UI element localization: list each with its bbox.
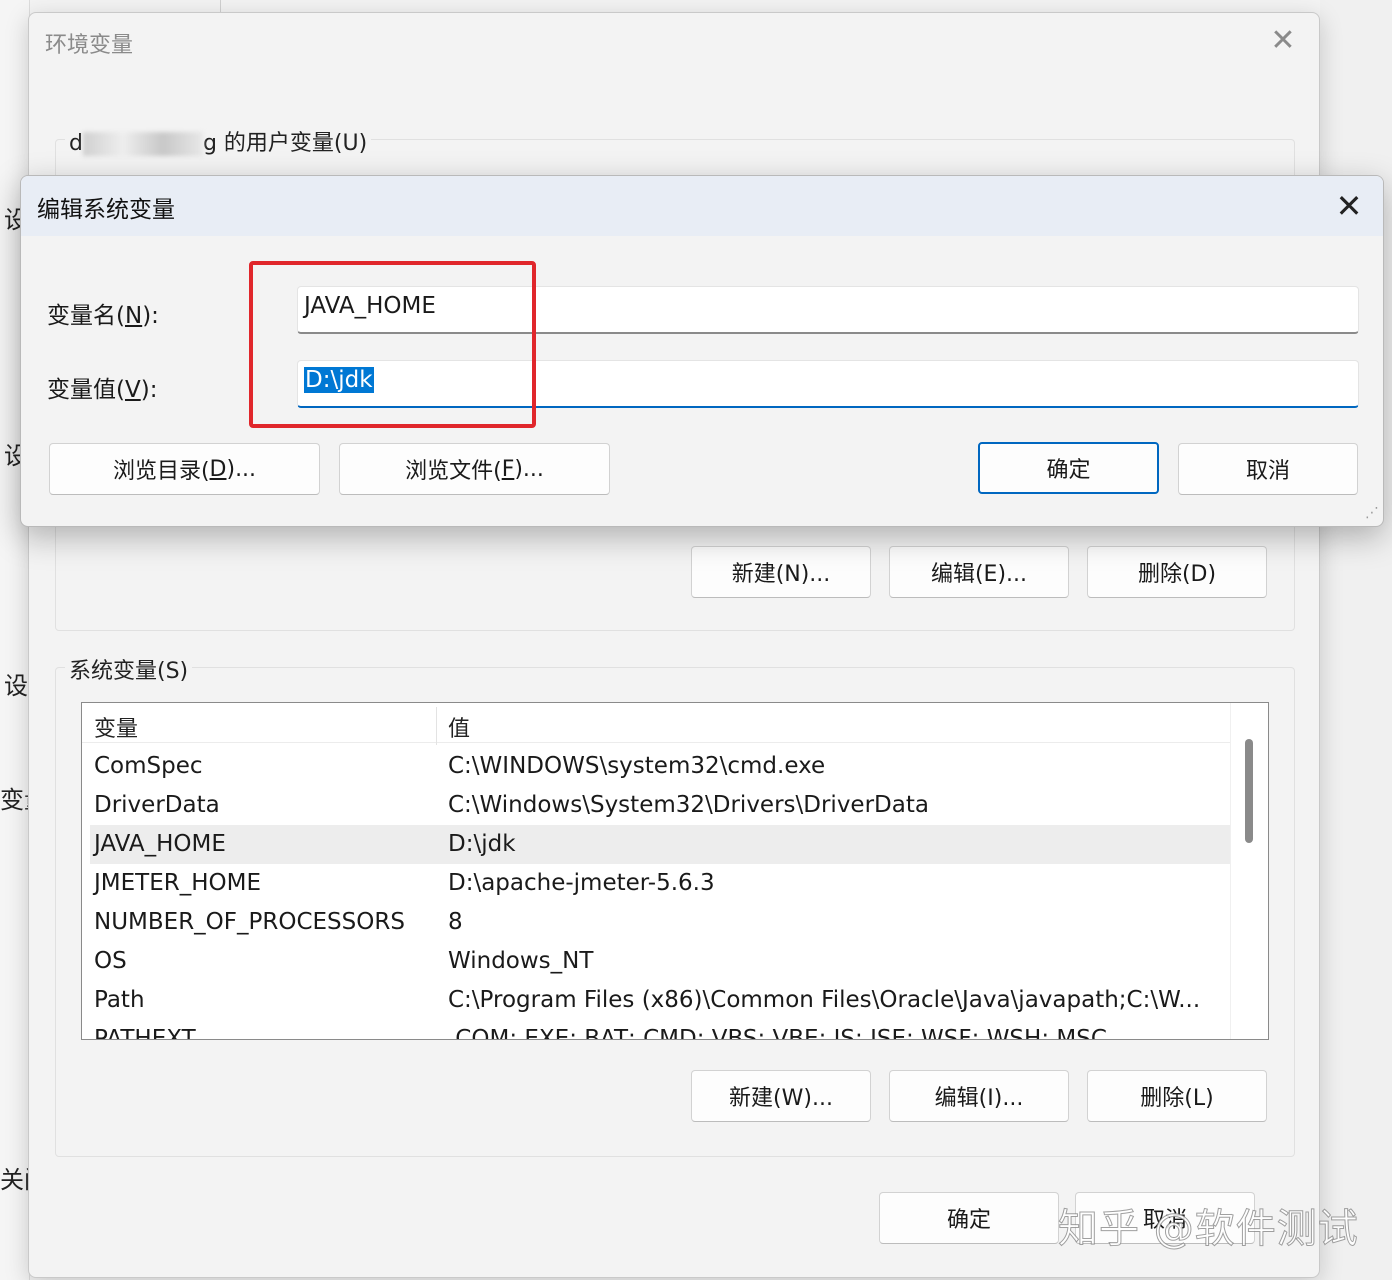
background-fragment: 设 [4,672,28,700]
scrollbar-thumb[interactable] [1245,739,1253,843]
table-scrollbar[interactable] [1230,703,1268,1039]
browse-file-button[interactable]: 浏览文件(F)... [339,443,610,495]
system-new-button[interactable]: 新建(W)... [691,1070,871,1122]
user-name-prefix: d [69,131,83,156]
env-dialog-title: 环境变量 [45,33,134,58]
label-text: 变量值( [47,377,125,403]
column-header-value[interactable]: 值 [448,711,470,743]
button-text: )... [226,456,257,482]
table-row[interactable]: NUMBER_OF_PROCESSORS 8 [90,903,1230,942]
row-variable-value: .COM;.EXE;.BAT;.CMD;.VBS;.VBE;.JS;.JSE;.… [448,1026,1107,1040]
env-ok-button[interactable]: 确定 [879,1192,1059,1244]
row-variable-name: DriverData [94,792,220,818]
table-row[interactable]: OS Windows_NT [90,942,1230,981]
label-text: 变量名( [47,303,125,329]
button-text: 浏览目录( [112,459,210,484]
browse-directory-button[interactable]: 浏览目录(D)... [49,443,320,495]
row-variable-name: JMETER_HOME [94,870,261,896]
user-new-button[interactable]: 新建(N)... [691,546,871,598]
system-edit-button[interactable]: 编辑(I)... [889,1070,1069,1122]
access-key: N [124,303,143,329]
row-variable-name: Path [94,987,145,1013]
row-variable-value: C:\Program Files (x86)\Common Files\Orac… [448,987,1201,1013]
access-key: D [209,456,227,482]
edit-dialog-title: 编辑系统变量 [37,197,175,223]
row-variable-name: OS [94,948,127,974]
row-variable-value: D:\jdk [448,831,516,857]
close-icon[interactable]: ✕ [1329,186,1369,226]
access-key: F [501,456,515,482]
variable-value-label: 变量值(V): [47,370,157,404]
label-text: ): [140,377,158,403]
row-variable-name: JAVA_HOME [94,831,226,857]
background-fragment: 关闭 [0,1166,30,1194]
table-row[interactable]: JMETER_HOME D:\apache-jmeter-5.6.3 [90,864,1230,903]
label-text: ): [142,303,159,329]
edit-ok-button[interactable]: 确定 [978,442,1159,494]
edit-dialog-titlebar[interactable]: 编辑系统变量 ✕ [21,176,1383,236]
column-header-name[interactable]: 变量 [94,711,138,743]
row-variable-name: ComSpec [94,753,203,779]
table-header: 变量 值 [82,703,1230,745]
system-delete-button[interactable]: 删除(L) [1087,1070,1267,1122]
user-variables-label: d g 的用户变量(U) [65,125,372,157]
row-variable-name: NUMBER_OF_PROCESSORS [94,909,405,935]
access-key: V [124,377,141,403]
table-row-selected[interactable]: JAVA_HOME D:\jdk [90,825,1230,864]
resize-grip-icon[interactable]: ⋰ [1361,504,1379,522]
button-text: )... [514,456,544,482]
watermark: 知乎 @软件测试 [1058,1206,1359,1253]
row-variable-value: C:\WINDOWS\system32\cmd.exe [448,753,826,779]
edit-system-variable-dialog: 编辑系统变量 ✕ 变量名(N): JAVA_HOME 变量值(V): D:\jd… [20,175,1384,527]
button-text: 浏览文件( [405,459,502,484]
close-icon[interactable]: ✕ [1267,25,1299,57]
table-row[interactable]: PATHEXT .COM;.EXE;.BAT;.CMD;.VBS;.VBE;.J… [90,1020,1230,1040]
background-fragment: 变量 [0,786,30,814]
table-row[interactable]: ComSpec C:\WINDOWS\system32\cmd.exe [90,747,1230,786]
column-separator[interactable] [436,707,437,745]
table-row[interactable]: Path C:\Program Files (x86)\Common Files… [90,981,1230,1020]
user-edit-button[interactable]: 编辑(E)... [889,546,1069,598]
variable-name-label: 变量名(N): [47,296,159,330]
row-variable-value: 8 [448,909,463,935]
blurred-username [82,132,203,156]
user-delete-button[interactable]: 删除(D) [1087,546,1267,598]
user-group-suffix: g 的用户变量(U) [202,131,368,156]
system-variables-label: 系统变量(S) [65,653,193,685]
row-variable-value: C:\Windows\System32\Drivers\DriverData [448,792,929,818]
system-variables-table[interactable]: 变量 值 ComSpec C:\WINDOWS\system32\cmd.exe… [81,702,1269,1040]
highlight-annotation-box [249,261,536,428]
edit-cancel-button[interactable]: 取消 [1178,443,1358,495]
table-row[interactable]: DriverData C:\Windows\System32\Drivers\D… [90,786,1230,825]
row-variable-value: D:\apache-jmeter-5.6.3 [448,870,715,896]
row-variable-name: PATHEXT [94,1026,196,1040]
row-variable-value: Windows_NT [448,948,594,974]
